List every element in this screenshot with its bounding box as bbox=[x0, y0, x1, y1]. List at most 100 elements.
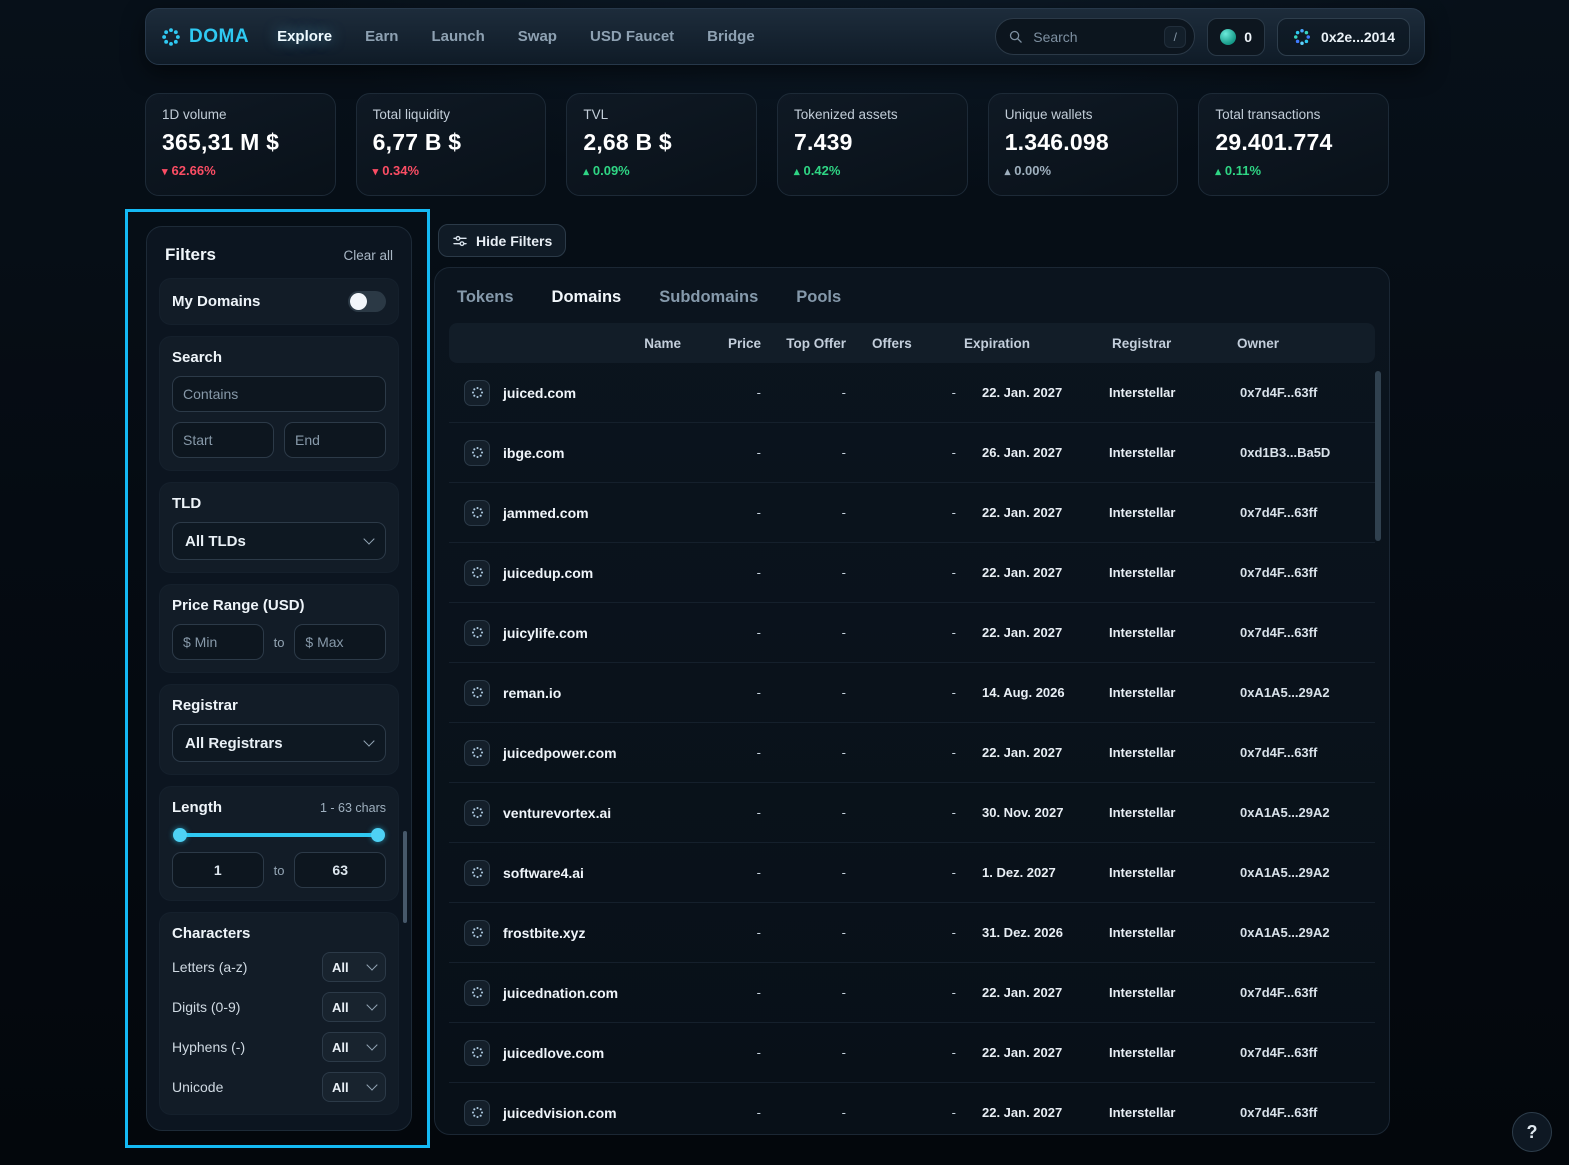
nav-link[interactable]: Bridge bbox=[707, 28, 755, 45]
length-slider-handle-min[interactable] bbox=[173, 828, 187, 842]
wallet-button[interactable]: 0x2e...2014 bbox=[1277, 17, 1410, 56]
registrar-cell: Interstellar bbox=[1109, 805, 1176, 820]
help-button[interactable]: ? bbox=[1512, 1112, 1552, 1152]
tab[interactable]: Tokens bbox=[457, 288, 514, 307]
character-filter-row: Hyphens (-) All bbox=[172, 1032, 386, 1062]
stat-label: Total transactions bbox=[1215, 107, 1321, 122]
slider-range bbox=[174, 833, 384, 837]
name-cell: ibge.com bbox=[449, 439, 689, 466]
domain-name: juicednation.com bbox=[503, 984, 619, 1001]
tab[interactable]: Domains bbox=[552, 288, 622, 307]
registrar-cell: Interstellar bbox=[1109, 505, 1176, 520]
table-row[interactable]: frostbite.xyz - - - 31. Dez. 2026 Inters… bbox=[449, 903, 1375, 963]
nav-link[interactable]: Earn bbox=[365, 28, 398, 45]
stat-card: Unique wallets 1.346.098 0.00% bbox=[987, 93, 1179, 196]
brand-name: DOMA bbox=[189, 25, 250, 47]
owner-cell: 0x7d4F...63ff bbox=[1240, 1105, 1318, 1120]
chevron-down-icon bbox=[363, 735, 375, 747]
doma-logo[interactable]: DOMA bbox=[160, 26, 249, 48]
length-slider[interactable] bbox=[173, 828, 385, 842]
stat-label: Unique wallets bbox=[1004, 107, 1093, 122]
table-row[interactable]: venturevortex.ai - - - 30. Nov. 2027 Int… bbox=[449, 783, 1375, 843]
table-row[interactable]: jammed.com - - - 22. Jan. 2027 Interstel… bbox=[449, 483, 1375, 543]
price-min-input[interactable] bbox=[172, 624, 264, 660]
nav-link[interactable]: Explore bbox=[277, 28, 332, 45]
character-filter-select[interactable]: All bbox=[322, 952, 386, 982]
offers-cell: - bbox=[951, 865, 956, 880]
top-navbar: DOMA Explore Earn Launch Swap USD Faucet Brid… bbox=[145, 8, 1425, 65]
table-row[interactable]: software4.ai - - - 1. Dez. 2027 Interste… bbox=[449, 843, 1375, 903]
owner-cell: 0xA1A5...29A2 bbox=[1240, 865, 1330, 880]
character-filter-value: All bbox=[332, 1039, 349, 1055]
offers-cell: - bbox=[951, 1105, 956, 1120]
my-domains-toggle[interactable] bbox=[348, 291, 386, 312]
character-filter-select[interactable]: All bbox=[322, 1032, 386, 1062]
registrar-cell: Interstellar bbox=[1109, 745, 1176, 760]
table-row[interactable]: juicedpower.com - - - 22. Jan. 2027 Inte… bbox=[449, 723, 1375, 783]
tld-filter-section: TLD All TLDs bbox=[159, 482, 399, 573]
table-row[interactable]: juicylife.com - - - 22. Jan. 2027 Inters… bbox=[449, 603, 1375, 663]
character-filter-select[interactable]: All bbox=[322, 1072, 386, 1102]
stat-change: 0.34% bbox=[373, 163, 530, 178]
wallet-address: 0x2e...2014 bbox=[1321, 28, 1395, 45]
length-max-input[interactable] bbox=[294, 852, 386, 888]
table-row[interactable]: juicedvision.com - - - 22. Jan. 2027 Int… bbox=[449, 1083, 1375, 1134]
registrar-cell: Interstellar bbox=[1109, 985, 1176, 1000]
token-count-badge[interactable]: 0 bbox=[1207, 17, 1266, 56]
stat-card: Total liquidity 6,77 B $ 0.34% bbox=[355, 93, 547, 196]
length-slider-handle-max[interactable] bbox=[371, 828, 385, 842]
table-row[interactable]: juicednation.com - - - 22. Jan. 2027 Int… bbox=[449, 963, 1375, 1023]
registrar-cell: Interstellar bbox=[1109, 1045, 1176, 1060]
registrar-cell: Interstellar bbox=[1109, 445, 1176, 460]
offers-cell: - bbox=[951, 445, 956, 460]
search-box[interactable]: / bbox=[995, 18, 1196, 55]
chevron-down-icon bbox=[366, 999, 378, 1011]
characters-section-title: Characters bbox=[172, 925, 251, 942]
table-row[interactable]: reman.io - - - 14. Aug. 2026 Interstella… bbox=[449, 663, 1375, 723]
name-cell: juiced.com bbox=[449, 379, 689, 406]
character-filter-row: Digits (0-9) All bbox=[172, 992, 386, 1022]
stat-value: 29.401.774 bbox=[1215, 129, 1333, 155]
nav-link[interactable]: Swap bbox=[518, 28, 557, 45]
name-cell: juicedvision.com bbox=[449, 1099, 689, 1126]
end-input[interactable] bbox=[284, 422, 386, 458]
hide-filters-button[interactable]: Hide Filters bbox=[438, 224, 567, 257]
offers-cell: - bbox=[951, 385, 956, 400]
clear-all-button[interactable]: Clear all bbox=[343, 248, 393, 263]
column-header[interactable]: Expiration bbox=[964, 336, 1109, 351]
tab[interactable]: Pools bbox=[796, 288, 841, 307]
character-filter-select[interactable]: All bbox=[322, 992, 386, 1022]
search-input[interactable] bbox=[1031, 27, 1157, 46]
column-header[interactable]: Top Offer bbox=[769, 336, 854, 351]
table-scrollbar[interactable] bbox=[1375, 371, 1381, 541]
price-range-title: Price Range (USD) bbox=[172, 597, 305, 614]
length-min-input[interactable] bbox=[172, 852, 264, 888]
column-header[interactable]: Owner bbox=[1237, 336, 1375, 351]
chevron-down-icon bbox=[363, 533, 375, 545]
stat-label: Total liquidity bbox=[372, 107, 450, 122]
tab[interactable]: Subdomains bbox=[659, 288, 758, 307]
table-row[interactable]: juicedup.com - - - 22. Jan. 2027 Interst… bbox=[449, 543, 1375, 603]
table-row[interactable]: ibge.com - - - 26. Jan. 2027 Interstella… bbox=[449, 423, 1375, 483]
price-max-input[interactable] bbox=[294, 624, 386, 660]
table-row[interactable]: juiced.com - - - 22. Jan. 2027 Interstel… bbox=[449, 363, 1375, 423]
table-row[interactable]: juicedlove.com - - - 22. Jan. 2027 Inter… bbox=[449, 1023, 1375, 1083]
price-cell: - bbox=[756, 445, 761, 460]
column-header[interactable]: Price bbox=[689, 336, 769, 351]
domain-name: reman.io bbox=[503, 684, 562, 701]
column-header[interactable]: Name bbox=[449, 336, 689, 351]
filter-sliders-icon bbox=[452, 233, 468, 249]
nav-link[interactable]: USD Faucet bbox=[590, 28, 674, 45]
column-header[interactable]: Offers bbox=[854, 336, 964, 351]
filters-scrollbar[interactable] bbox=[403, 831, 407, 923]
registrar-cell: Interstellar bbox=[1109, 565, 1176, 580]
column-header[interactable]: Registrar bbox=[1109, 336, 1237, 351]
domain-name: frostbite.xyz bbox=[503, 924, 586, 941]
registrar-cell: Interstellar bbox=[1109, 385, 1176, 400]
tld-dropdown[interactable]: All TLDs bbox=[172, 522, 386, 560]
start-input[interactable] bbox=[172, 422, 274, 458]
registrar-dropdown[interactable]: All Registrars bbox=[172, 724, 386, 762]
contains-input[interactable] bbox=[172, 376, 386, 412]
nav-link[interactable]: Launch bbox=[431, 28, 484, 45]
top-offer-cell: - bbox=[841, 685, 846, 700]
